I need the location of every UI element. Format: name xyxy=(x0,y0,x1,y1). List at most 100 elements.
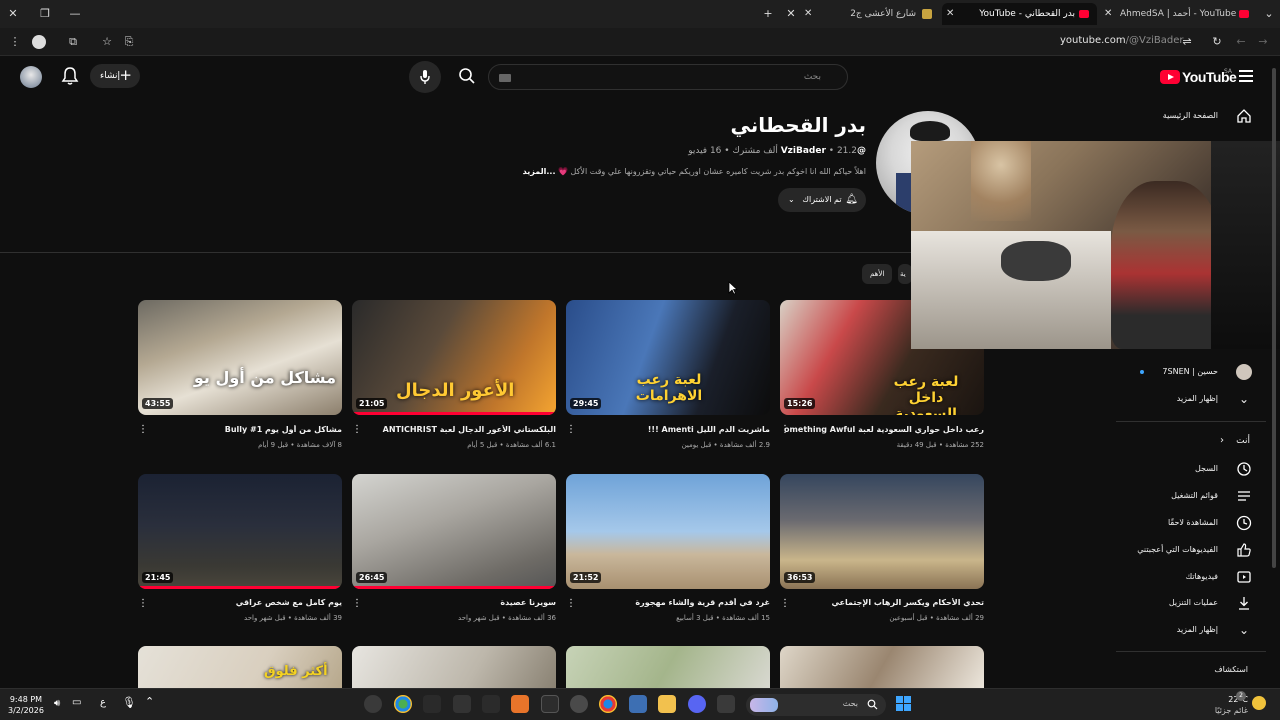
video-thumbnail[interactable] xyxy=(566,646,770,688)
search-icon xyxy=(867,699,878,710)
chevron-up-icon[interactable]: ⌃ xyxy=(145,695,154,708)
notification-badge: 2 xyxy=(1236,691,1246,701)
video-thumbnail[interactable]: 26:45 xyxy=(352,474,556,589)
app-icon[interactable] xyxy=(423,695,441,713)
network-icon[interactable]: ▭ xyxy=(72,697,81,708)
chip-partial[interactable]: ية xyxy=(898,264,912,284)
sidebar-item-label: المشاهدة لاحقًا xyxy=(1167,518,1218,527)
close-window-icon[interactable]: ✕ xyxy=(4,0,22,28)
sidebar-item-playlists[interactable]: قوائم التشغيل xyxy=(1120,486,1260,508)
mouse-cursor-icon xyxy=(728,281,738,295)
video-title[interactable]: سويرنا عصيدة xyxy=(356,598,556,607)
chrome-icon[interactable] xyxy=(599,695,617,713)
sidebar-item-your-videos[interactable]: فيديوهاتك xyxy=(1120,567,1260,589)
video-thumbnail[interactable]: 21:45 xyxy=(138,474,342,589)
video-thumbnail[interactable]: 21:52 xyxy=(566,474,770,589)
site-settings-icon[interactable]: ⇌ xyxy=(1178,28,1196,56)
volume-icon[interactable]: 🔊︎ xyxy=(54,698,60,709)
app-icon[interactable] xyxy=(511,695,529,713)
view-count: 252 مشاهدة xyxy=(945,441,984,449)
scrollbar-thumb[interactable] xyxy=(1272,68,1276,568)
home-icon xyxy=(1237,109,1251,123)
microphone-icon[interactable]: 🎙︎ xyxy=(122,696,136,709)
sidebar-section-title: أنت xyxy=(1236,436,1250,446)
video-title[interactable]: يوم كامل مع شخص عراقي xyxy=(142,598,342,607)
folder-icon[interactable] xyxy=(658,695,676,713)
notifications-bell-icon[interactable] xyxy=(61,66,79,86)
forward-icon[interactable]: ← xyxy=(1232,28,1250,56)
video-thumbnail[interactable]: لعبة رعب الاهرامات 29:45 xyxy=(566,300,770,415)
create-button[interactable]: إنشاء + xyxy=(90,64,140,88)
sidebar-you-header[interactable]: أنت ‹ xyxy=(1120,432,1260,454)
video-thumbnail[interactable]: مشاكل من أول يو 43:55 xyxy=(138,300,342,415)
sidebar-item-downloads[interactable]: عمليات التنزيل xyxy=(1120,593,1260,615)
tab-badr-youtube[interactable]: ✕ بدر القحطاني - YouTube xyxy=(942,3,1097,25)
minimize-window-icon[interactable]: — xyxy=(66,0,84,28)
channel-description[interactable]: اهلاً حياكم الله انا اخوكم بدر شريت كامي… xyxy=(523,167,866,176)
sidebar-item-liked-videos[interactable]: الفيديوهات التي أعجبتني xyxy=(1120,540,1260,562)
chrome-icon[interactable] xyxy=(394,695,412,713)
taskbar-search[interactable]: بحث xyxy=(746,694,886,716)
app-icon[interactable] xyxy=(482,695,500,713)
settings-icon[interactable] xyxy=(570,695,588,713)
video-thumbnail[interactable]: أكثر فلوق xyxy=(138,646,342,688)
voice-search-button[interactable] xyxy=(409,61,441,93)
more-link[interactable]: ...المزيد xyxy=(523,167,556,176)
view-count: 15 ألف مشاهدة xyxy=(722,614,770,622)
windows-start-icon[interactable] xyxy=(896,696,912,712)
tab-title: بدر القحطاني - YouTube xyxy=(979,9,1075,19)
tab-ahmedsa-youtube[interactable]: ✕ YouTube - أحمد | AhmedSA xyxy=(1100,3,1255,25)
sidebar-show-more[interactable]: إظهار المزيد ⌄ xyxy=(1120,620,1260,642)
video-title[interactable]: غرد في أقدم قرية والشاء مهجورة xyxy=(570,598,770,607)
sidebar-item-home[interactable]: الصفحة الرئيسية xyxy=(1120,106,1260,128)
video-thumbnail[interactable]: الأعور الدجال 21:05 xyxy=(352,300,556,415)
language-indicator[interactable]: ع xyxy=(100,697,106,708)
video-title[interactable]: تحدي الأحكام ويكسر الرهاب الإجتماعي xyxy=(784,598,984,607)
tab-search-icon[interactable]: ⌄ xyxy=(1260,0,1278,28)
video-thumbnail[interactable] xyxy=(780,646,984,688)
video-thumbnail[interactable] xyxy=(352,646,556,688)
tab-street[interactable]: ✕ شارع الأعشى ج2 xyxy=(800,3,940,25)
search-input[interactable] xyxy=(489,65,847,89)
sidebar-item-watch-later[interactable]: المشاهدة لاحقًا xyxy=(1120,513,1260,535)
app-icon[interactable] xyxy=(541,695,559,713)
app-icon[interactable] xyxy=(453,695,471,713)
reload-icon[interactable]: ↻ xyxy=(1208,28,1226,56)
new-tab-icon[interactable]: + xyxy=(759,0,777,28)
close-icon[interactable]: ✕ xyxy=(1104,3,1112,25)
profile-icon[interactable] xyxy=(32,35,46,49)
hamburger-menu-icon[interactable] xyxy=(1239,70,1253,82)
description-text: اهلاً حياكم الله انا اخوكم بدر شريت كامي… xyxy=(558,167,866,176)
account-avatar[interactable] xyxy=(20,66,42,88)
chip-popular[interactable]: الأهم xyxy=(862,264,893,284)
sidebar-show-more[interactable]: إظهار المزيد ⌄ xyxy=(1120,389,1260,411)
back-icon[interactable]: → xyxy=(1254,28,1272,56)
discord-icon[interactable] xyxy=(688,695,706,713)
sidebar-item-history[interactable]: السجل xyxy=(1120,459,1260,481)
video-title[interactable]: ماشريت الدم الليل Amenti !!! xyxy=(570,425,770,434)
store-icon[interactable] xyxy=(629,695,647,713)
sidebar-item-subscription[interactable]: حسين | 7SNEN xyxy=(1120,362,1260,384)
menu-dots-icon[interactable]: ⋮ xyxy=(6,28,24,56)
url-text[interactable]: youtube.com/@VziBader xyxy=(1060,35,1184,46)
view-count: 6.1 ألف مشاهدة xyxy=(505,441,556,449)
search-button[interactable] xyxy=(458,67,478,87)
tab-close-icon[interactable]: ✕ xyxy=(782,0,800,28)
close-icon[interactable]: ✕ xyxy=(946,3,954,25)
restore-window-icon[interactable]: ❐ xyxy=(36,0,54,28)
video-thumbnail[interactable]: 36:53 xyxy=(780,474,984,589)
upload-age: قبل 9 أيام xyxy=(258,441,289,449)
close-icon[interactable]: ✕ xyxy=(804,3,812,25)
subscribed-button[interactable]: ⌄ تم الاشتراك 🔔︎ xyxy=(778,188,866,212)
clock[interactable]: 9:48 PM 3/2/2026 xyxy=(8,694,44,716)
obs-icon[interactable] xyxy=(364,695,382,713)
video-title[interactable]: مشاكل من أول يوم Bully #1 xyxy=(142,425,342,434)
extensions-icon[interactable]: ⧉ xyxy=(64,28,82,56)
view-count: 8 آلاف مشاهدة xyxy=(296,441,342,449)
app-icon[interactable] xyxy=(717,695,735,713)
thumbnail-text: مشاكل من أول يو xyxy=(193,368,336,387)
bookmark-star-icon[interactable]: ☆ xyxy=(98,28,116,56)
video-title[interactable]: البلكستاني الأعور الدجال لعبة ANTICHRIST xyxy=(356,425,556,434)
install-icon[interactable]: ⎘ xyxy=(120,28,138,56)
video-title[interactable]: رعب داخل حواري السعودية لعبة Something A… xyxy=(784,425,984,434)
